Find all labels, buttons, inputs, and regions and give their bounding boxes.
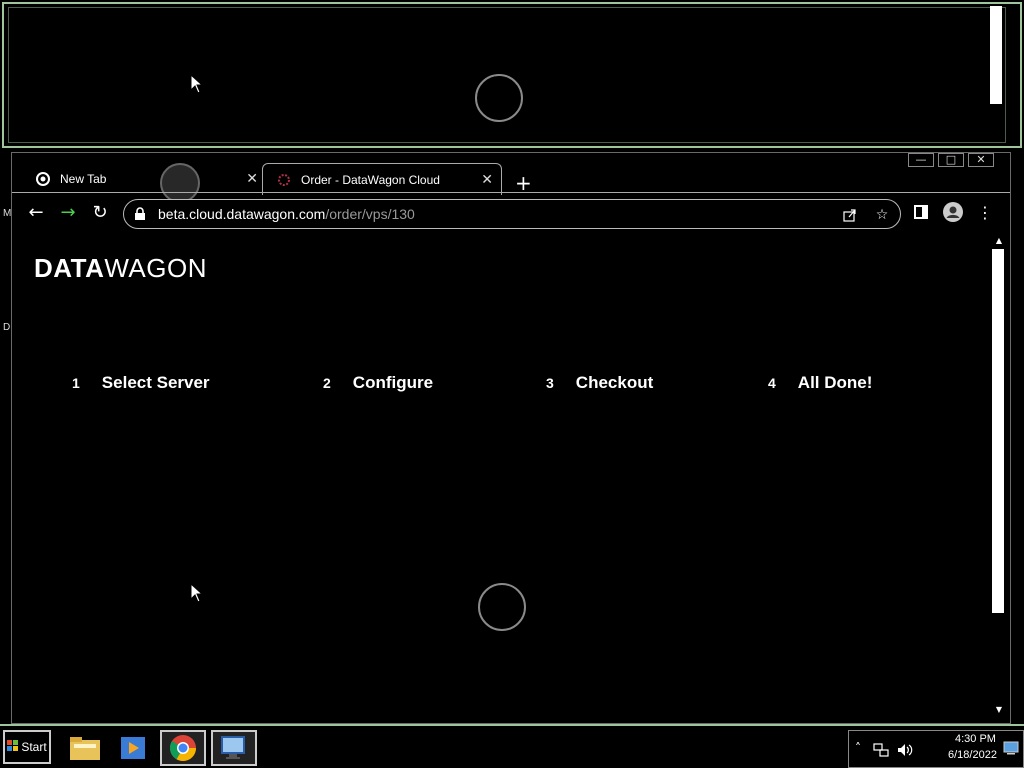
show-hidden-icons-button[interactable]: ˄	[855, 741, 861, 755]
desktop-edge-text: D	[3, 322, 11, 333]
step-number: 1	[72, 375, 80, 391]
close-tab-icon[interactable]: ✕	[246, 171, 258, 187]
tab-title: New Tab	[60, 172, 107, 186]
step-label: Configure	[352, 373, 434, 392]
start-button[interactable]: Start	[3, 730, 51, 764]
url-host: beta.cloud.datawagon.com	[158, 206, 326, 222]
remote-desktop-icon[interactable]	[211, 730, 257, 766]
tab-title: Order - DataWagon Cloud	[301, 172, 440, 187]
logo-bold-text: DATA	[34, 253, 105, 283]
datawagon-logo[interactable]: DATAWAGON	[34, 253, 207, 284]
datawagon-favicon-icon	[277, 173, 291, 187]
url-path: /order/vps/130	[325, 206, 415, 222]
chrome-taskbar-icon[interactable]	[160, 730, 206, 766]
logo-light-text: WAGON	[104, 253, 207, 283]
reload-button[interactable]: ↻	[89, 201, 111, 223]
volume-icon[interactable]	[897, 743, 913, 760]
loading-spinner-icon	[475, 74, 523, 122]
bookmark-star-icon[interactable]: ☆	[873, 206, 891, 224]
back-button[interactable]: ←	[25, 201, 47, 223]
scroll-down-arrow-icon[interactable]: ▼	[996, 705, 1002, 714]
menu-icon[interactable]: ⋮	[974, 201, 996, 223]
page-viewport: DATAWAGON 1 Select Server 2 Configure 3 …	[12, 233, 1010, 723]
media-player-icon[interactable]	[110, 730, 156, 766]
step-number: 4	[768, 375, 776, 391]
step-number: 3	[546, 375, 554, 391]
step-label: Select Server	[101, 373, 210, 392]
chrome-icon	[36, 172, 50, 186]
browser-window: — □ ✕ New Tab ✕ Order - DataWagon Cloud …	[11, 152, 1011, 724]
step-number: 2	[323, 375, 331, 391]
windows-logo-icon	[7, 739, 19, 755]
share-icon[interactable]	[841, 206, 859, 224]
forward-button[interactable]: →	[57, 201, 79, 223]
file-explorer-icon[interactable]	[62, 730, 108, 766]
address-bar[interactable]: beta.cloud.datawagon.com/order/vps/130 ☆	[123, 199, 901, 229]
start-label: Start	[21, 740, 47, 754]
side-panel-icon[interactable]	[910, 201, 932, 223]
page-scrollbar-thumb[interactable]	[992, 249, 1004, 613]
loading-spinner-icon	[478, 583, 526, 631]
background-window	[2, 2, 1022, 148]
clock-time[interactable]: 4:30 PM	[955, 733, 996, 745]
step-select-server: 1 Select Server	[72, 373, 210, 393]
system-tray: ˄	[848, 730, 1024, 768]
tab-strip: New Tab ✕ Order - DataWagon Cloud ✕ +	[12, 159, 1010, 203]
profile-icon[interactable]	[942, 201, 964, 223]
tab-new-tab[interactable]: New Tab ✕	[22, 163, 266, 195]
show-desktop-icon[interactable]	[1003, 741, 1019, 758]
close-tab-icon[interactable]: ✕	[481, 172, 493, 188]
lock-icon	[134, 207, 148, 221]
network-icon[interactable]	[873, 743, 889, 760]
tab-divider	[12, 192, 1010, 193]
step-checkout: 3 Checkout	[546, 373, 653, 393]
taskbar: Start ˄	[0, 724, 1024, 768]
clock-date[interactable]: 6/18/2022	[948, 749, 997, 761]
step-configure: 2 Configure	[323, 373, 433, 393]
background-scrollbar[interactable]	[990, 6, 1002, 104]
step-all-done: 4 All Done!	[768, 373, 872, 393]
step-label: All Done!	[797, 373, 873, 392]
step-label: Checkout	[575, 373, 654, 392]
tab-order-datawagon[interactable]: Order - DataWagon Cloud ✕	[262, 163, 502, 195]
browser-toolbar: ← → ↻ beta.cloud.datawagon.com/order/vps…	[12, 195, 1010, 231]
scroll-up-arrow-icon[interactable]: ▲	[996, 236, 1002, 245]
